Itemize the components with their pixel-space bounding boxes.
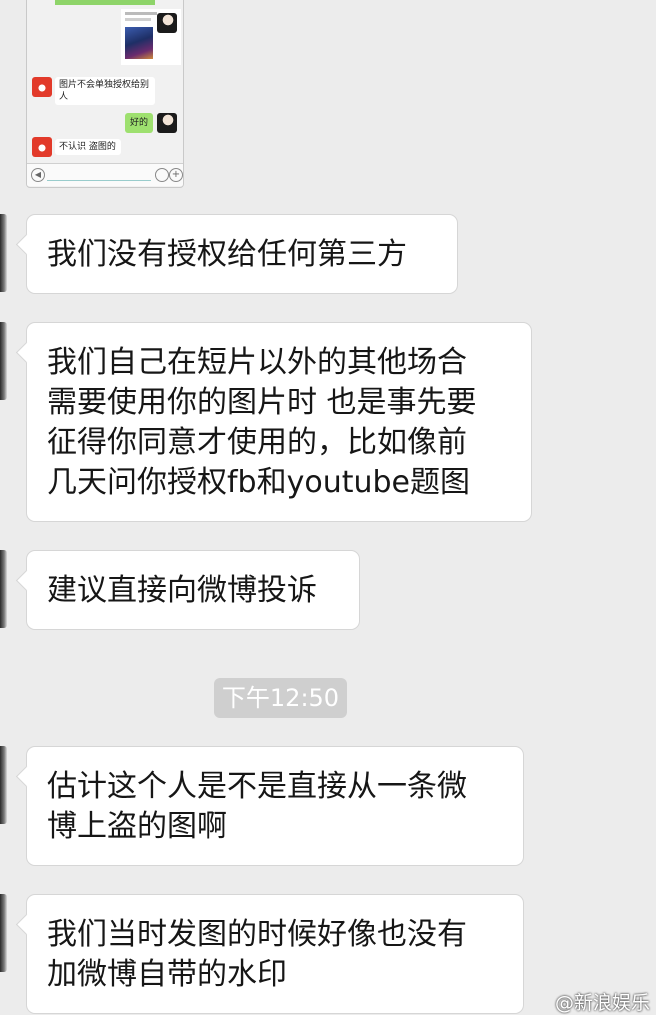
mini-input-bar: ◀ + — [27, 163, 183, 186]
message-text: 博上盗的图啊 — [47, 809, 227, 844]
message-bubble[interactable]: 我们当时发图的时候好像也没有 加微博自带的水印 — [26, 894, 524, 1014]
message-text: 建议直接向微博投诉 — [47, 573, 317, 608]
emoji-icon — [155, 168, 169, 182]
weibo-watermark: @新浪娱乐 — [554, 992, 650, 1014]
mini-avatar-self — [157, 13, 177, 33]
voice-icon: ◀ — [31, 168, 45, 182]
message-bubble[interactable]: 估计这个人是不是直接从一条微 博上盗的图啊 — [26, 746, 524, 866]
message-bubble[interactable]: 建议直接向微博投诉 — [26, 550, 360, 630]
timestamp: 下午12:50 — [214, 678, 347, 718]
avatar[interactable] — [0, 214, 7, 292]
message-text: 几天问你授权fb和youtube题图 — [47, 465, 471, 500]
embedded-screenshot-thumbnail[interactable]: 图片不会单独授权给别人 好的 不认识 盗图的 ◀ + — [26, 0, 184, 188]
mini-message: 图片不会单独授权给别人 — [55, 77, 155, 105]
plus-icon: + — [169, 168, 183, 182]
message-text: 需要使用你的图片时 也是事先要 — [47, 385, 477, 420]
message-text: 我们当时发图的时候好像也没有 — [47, 917, 467, 952]
mini-message-self: 好的 — [125, 113, 153, 133]
message-text: 加微博自带的水印 — [47, 957, 287, 992]
avatar[interactable] — [0, 322, 7, 400]
avatar[interactable] — [0, 894, 7, 972]
message-text: 我们自己在短片以外的其他场合 — [47, 345, 467, 380]
message-bubble[interactable]: 我们自己在短片以外的其他场合 需要使用你的图片时 也是事先要 征得你同意才使用的… — [26, 322, 532, 522]
mini-avatar-other — [32, 77, 52, 97]
mini-avatar-self — [157, 113, 177, 133]
message-bubble[interactable]: 我们没有授权给任何第三方 — [26, 214, 458, 294]
message-text: 征得你同意才使用的，比如像前 — [47, 425, 467, 460]
mini-outgoing-bubble-cut — [55, 0, 155, 5]
message-text: 我们没有授权给任何第三方 — [47, 237, 407, 272]
mini-avatar-other — [32, 137, 52, 157]
mini-text-field — [47, 169, 151, 181]
message-text: 估计这个人是不是直接从一条微 — [47, 769, 467, 804]
avatar[interactable] — [0, 550, 7, 628]
avatar[interactable] — [0, 746, 7, 824]
mini-message: 不认识 盗图的 — [55, 139, 121, 155]
